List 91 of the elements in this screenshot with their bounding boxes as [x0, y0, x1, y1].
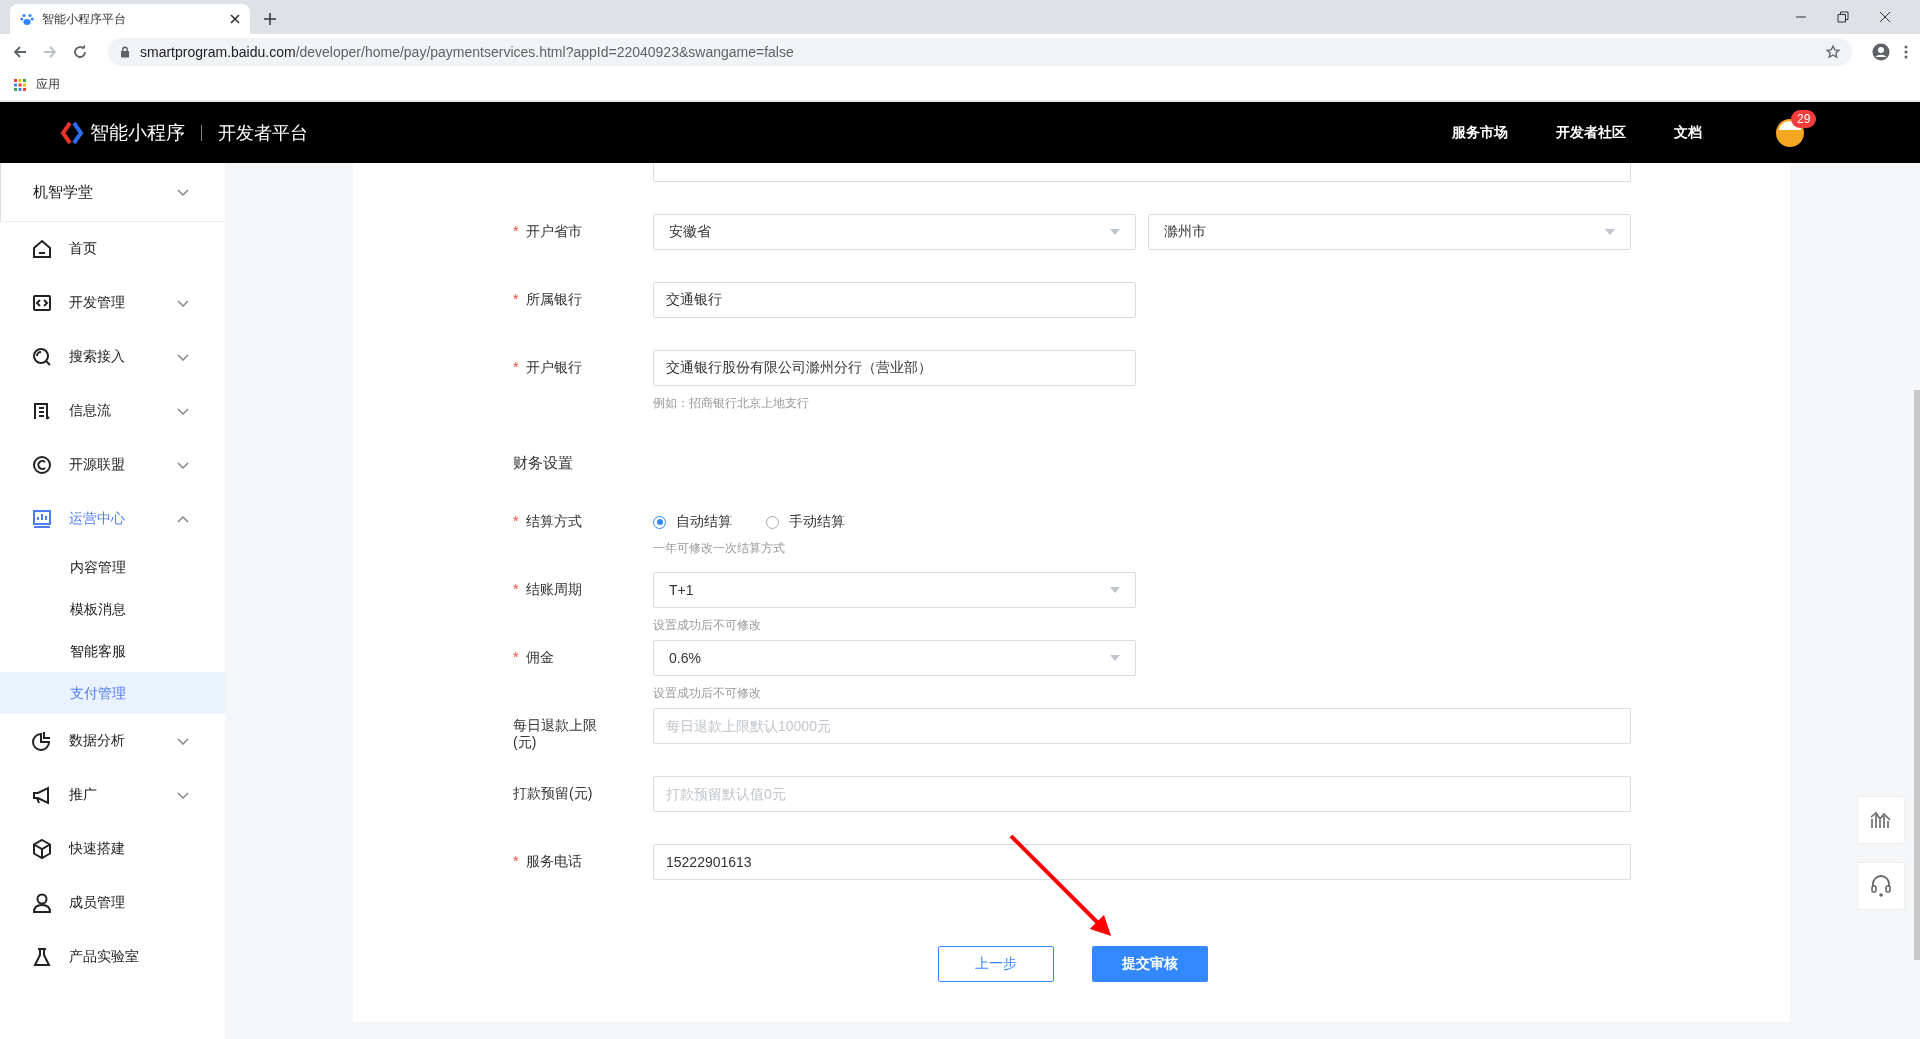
field-label: 结账周期 — [526, 581, 582, 598]
browser-tab[interactable]: 智能小程序平台 — [10, 4, 250, 34]
star-icon[interactable] — [1826, 44, 1840, 59]
input-field[interactable]: 交通银行股份有限公司滁州分行（营业部） — [653, 350, 1136, 386]
select-field[interactable]: T+1 — [653, 572, 1136, 608]
field-label: 佣金 — [526, 649, 554, 666]
field-label: 结算方式 — [526, 513, 582, 530]
field-label: 所属银行 — [526, 291, 582, 308]
pie-chart-icon — [31, 730, 53, 752]
apps-icon — [14, 78, 26, 91]
nav-item[interactable]: 产品实验室 — [0, 930, 225, 984]
nav-subitem[interactable]: 模板消息 — [0, 588, 225, 630]
required-mark: * — [513, 853, 520, 869]
reload-icon[interactable] — [72, 43, 88, 60]
chart-icon — [1870, 811, 1892, 829]
more-icon[interactable] — [1904, 43, 1908, 60]
radio-label[interactable]: 自动结算 — [676, 513, 732, 531]
new-tab-icon[interactable] — [264, 13, 276, 25]
field-label: 开户银行 — [526, 359, 582, 376]
hint-text: 一年可修改一次结算方式 — [653, 540, 786, 557]
required-mark: * — [513, 649, 520, 665]
lock-icon — [120, 45, 130, 58]
tab-title: 智能小程序平台 — [42, 10, 127, 28]
nav-link[interactable]: 开发者社区 — [1556, 123, 1626, 142]
nav-item[interactable]: 成员管理 — [0, 876, 225, 930]
close-icon[interactable] — [230, 14, 240, 24]
nav-item[interactable]: 开源联盟 — [0, 438, 225, 492]
input-field[interactable]: 打款预留默认值0元 — [653, 776, 1631, 812]
input-field[interactable]: 15222901613 — [653, 844, 1631, 880]
url-text: smartprogram.baidu.com/developer/home/pay/paymentservices.html?appId=22040923&swangame=false — [140, 43, 794, 60]
nav-item[interactable]: 推广 — [0, 768, 225, 822]
search-icon — [31, 346, 53, 368]
caret-icon — [1110, 587, 1120, 593]
select-field[interactable]: 安徽省 — [653, 214, 1136, 250]
chart-icon — [31, 508, 53, 530]
nav-item[interactable]: 搜索接入 — [0, 330, 225, 384]
nav-subitem[interactable]: 内容管理 — [0, 546, 225, 588]
scrollbar[interactable] — [1914, 390, 1920, 960]
app-switcher[interactable]: 机智学堂 — [0, 163, 225, 222]
restore-icon[interactable] — [1837, 11, 1849, 23]
logo-icon — [60, 120, 84, 145]
logo-text: 智能小程序 — [90, 120, 185, 145]
nav-item[interactable]: 数据分析 — [0, 714, 225, 768]
list-icon — [31, 400, 53, 422]
section-title: 财务设置 — [513, 453, 574, 473]
notification-badge: 29 — [1791, 109, 1817, 128]
caret-icon — [1110, 229, 1120, 235]
nav-item[interactable]: 信息流 — [0, 384, 225, 438]
hint-text: 设置成功后不可修改 — [653, 617, 762, 634]
nav-link[interactable]: 服务市场 — [1452, 123, 1508, 142]
bookmark-link[interactable]: 应用 — [14, 76, 60, 93]
close-icon[interactable] — [1879, 11, 1891, 23]
field-label: 开户省市 — [526, 223, 582, 240]
field-label: 打款预留(元) — [513, 785, 593, 802]
nav-link[interactable]: 文档 — [1674, 123, 1702, 142]
code-icon — [31, 292, 53, 314]
person-icon — [31, 892, 53, 914]
input-field[interactable]: 交通银行 — [653, 282, 1136, 318]
select-field[interactable]: 0.6% — [653, 640, 1136, 676]
caret-icon — [1605, 229, 1615, 235]
back-icon[interactable] — [12, 43, 28, 60]
profile-icon[interactable] — [1872, 42, 1890, 61]
headset-icon — [1870, 874, 1892, 898]
chart-tool-button[interactable] — [1857, 796, 1905, 844]
required-mark: * — [513, 513, 520, 529]
field-label: 每日退款上限(元) — [513, 717, 598, 751]
nav-item[interactable]: 开发管理 — [0, 276, 225, 330]
required-mark: * — [513, 291, 520, 307]
chevron-icon — [177, 188, 189, 196]
required-mark: * — [513, 581, 520, 597]
radio-label[interactable]: 手动结算 — [789, 513, 845, 531]
address-bar[interactable]: smartprogram.baidu.com/developer/home/pay/paymentservices.html?appId=22040923&swangame=false — [108, 37, 1852, 66]
hint-text: 例如：招商银行北京上地支行 — [653, 395, 810, 412]
hint-text: 设置成功后不可修改 — [653, 685, 762, 702]
nav-item[interactable]: 首页 — [0, 222, 225, 276]
nav-subitem[interactable]: 智能客服 — [0, 630, 225, 672]
flask-icon — [31, 946, 53, 968]
nav-item[interactable]: 运营中心 — [0, 492, 225, 546]
back-button[interactable]: 上一步 — [938, 946, 1054, 982]
paw-icon — [20, 12, 34, 26]
nav-subitem[interactable]: 支付管理 — [0, 672, 225, 714]
select-field[interactable]: 滁州市 — [1148, 214, 1631, 250]
caret-icon — [1110, 655, 1120, 661]
required-mark: * — [513, 359, 520, 375]
required-mark: * — [513, 223, 520, 239]
platform-title: 开发者平台 — [218, 121, 308, 145]
cube-icon — [31, 838, 53, 860]
nav-item[interactable]: 快速搭建 — [0, 822, 225, 876]
support-button[interactable] — [1857, 862, 1905, 910]
home-icon — [31, 238, 53, 260]
field-label: 服务电话 — [526, 853, 582, 870]
